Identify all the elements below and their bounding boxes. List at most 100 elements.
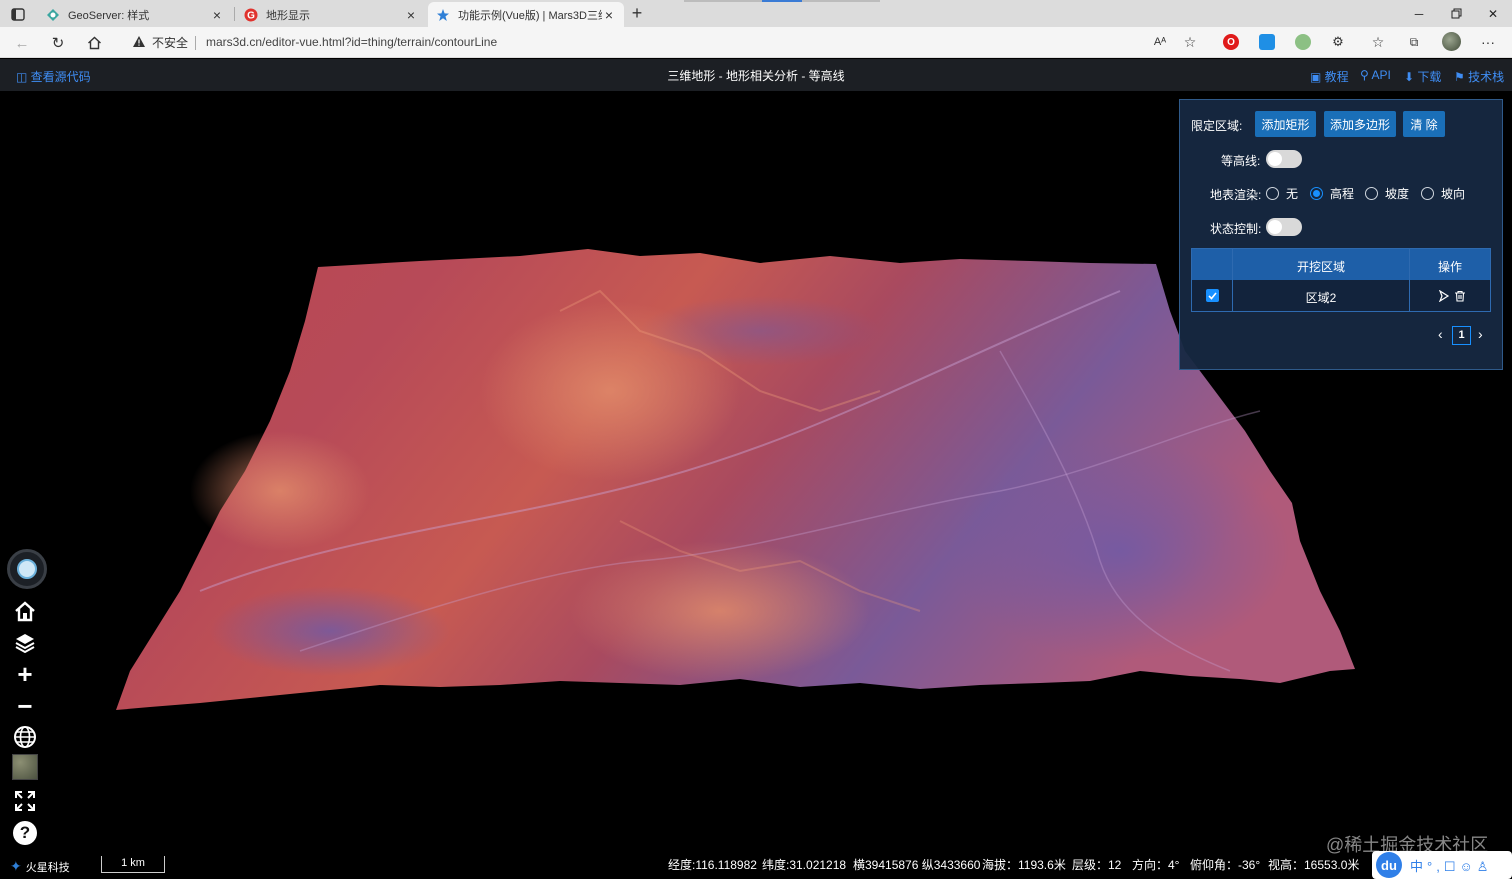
browser-tab-strip: GeoServer: 样式 × G 地形显示 × 功能示例(Vue版) | Ma…: [0, 0, 1512, 27]
help-button[interactable]: ?: [11, 819, 39, 847]
back-icon[interactable]: ←: [10, 32, 34, 54]
loading-indicator-active: [762, 0, 802, 2]
render-option-none[interactable]: 无: [1266, 185, 1298, 202]
render-option-label: 坡度: [1385, 187, 1410, 201]
stack-icon: ⚑: [1454, 70, 1469, 84]
favorites-icon[interactable]: ☆: [1370, 34, 1386, 50]
security-indicator[interactable]: 不安全: [132, 34, 188, 51]
opera-extension-icon[interactable]: O: [1223, 34, 1239, 50]
tech-stack-label: 技术栈: [1468, 70, 1505, 84]
state-control-label: 状态控制:: [1210, 222, 1262, 236]
layers-button[interactable]: [11, 628, 39, 656]
table-header-row: 开挖区域 操作: [1192, 249, 1490, 280]
home-view-button[interactable]: [11, 597, 39, 625]
delete-icon[interactable]: [1454, 290, 1466, 302]
contour-toggle[interactable]: [1266, 150, 1302, 168]
radio-dot: [1266, 187, 1279, 200]
favorite-add-icon[interactable]: ☆: [1182, 34, 1198, 50]
close-tab-icon[interactable]: ×: [404, 7, 418, 23]
tab-label: GeoServer: 样式: [68, 9, 150, 22]
extensions-icon[interactable]: ⚙: [1330, 34, 1346, 50]
terrain-lowland: [210, 586, 450, 676]
mars3d-star-icon: [436, 8, 450, 22]
scale-bar: 1 km: [101, 856, 165, 873]
tech-stack-link[interactable]: ⚑ 技术栈: [1454, 68, 1504, 85]
tab-terrain[interactable]: G 地形显示 ×: [236, 2, 426, 27]
column-divider: [1409, 249, 1410, 311]
compass-navigator[interactable]: [7, 549, 47, 589]
status-altitude: 海拔：1193.6米: [982, 858, 1066, 872]
api-label: API: [1371, 68, 1391, 82]
restore-icon[interactable]: [1437, 0, 1475, 27]
tab-mars3d-active[interactable]: 功能示例(Vue版) | Mars3D三维可 ×: [428, 2, 624, 27]
contour-control-panel: 限定区域: 添加矩形 添加多边形 清 除 等高线: 地表渲染: 无 高程 坡度 …: [1179, 99, 1503, 370]
add-polygon-button[interactable]: 添加多边形: [1324, 111, 1396, 137]
download-link[interactable]: ⬇ 下载: [1404, 68, 1441, 85]
baidu-du-icon: du: [1376, 852, 1402, 878]
ime-tools-icon: 中°,☐☺♙: [1410, 858, 1493, 874]
prev-page-button[interactable]: ‹: [1438, 326, 1443, 342]
zoom-in-button[interactable]: +: [11, 659, 39, 689]
next-page-button[interactable]: ›: [1478, 326, 1483, 342]
render-label: 地表渲染:: [1210, 188, 1262, 202]
address-toolbar: ← ↻ 不安全 mars3d.cn/editor-vue.html?id=thi…: [0, 27, 1512, 58]
tab-label: 地形显示: [266, 9, 310, 22]
tutorial-label: 教程: [1324, 70, 1349, 84]
close-tab-icon[interactable]: ×: [602, 7, 616, 23]
download-icon: ⬇: [1404, 70, 1418, 84]
render-option-label: 无: [1286, 187, 1299, 201]
render-option-aspect[interactable]: 坡向: [1421, 185, 1465, 202]
state-control-toggle[interactable]: [1266, 218, 1302, 236]
fullscreen-button[interactable]: [11, 787, 39, 815]
current-page[interactable]: 1: [1452, 326, 1471, 345]
clear-button[interactable]: 清 除: [1403, 111, 1445, 137]
extension-green-icon[interactable]: [1295, 34, 1311, 50]
extension-blue-icon[interactable]: [1259, 34, 1275, 50]
tutorial-link[interactable]: ▣ 教程: [1310, 68, 1349, 85]
limit-area-label: 限定区域:: [1191, 119, 1243, 133]
minimize-icon[interactable]: ─: [1400, 0, 1438, 27]
status-xy: 横39415876 纵3433660: [853, 858, 981, 872]
refresh-icon[interactable]: ↻: [46, 32, 70, 54]
excavation-table: 开挖区域 操作 区域2: [1191, 248, 1491, 312]
profile-avatar[interactable]: [1442, 32, 1461, 51]
table-row[interactable]: 区域2: [1192, 280, 1490, 311]
logo-text: 火星科技: [25, 861, 70, 874]
row-checkbox[interactable]: [1206, 289, 1219, 302]
company-logo: ✦ 火星科技: [10, 858, 70, 875]
g-red-icon: G: [244, 8, 258, 22]
basemap-switch-button[interactable]: [12, 754, 38, 780]
fly-to-icon[interactable]: [1438, 289, 1450, 303]
tab-actions-icon[interactable]: [10, 6, 26, 22]
radio-dot: [1365, 187, 1378, 200]
ime-toolbar[interactable]: du 中°,☐☺♙: [1372, 851, 1512, 879]
url-field[interactable]: mars3d.cn/editor-vue.html?id=thing/terra…: [206, 35, 497, 49]
render-option-elevation[interactable]: 高程: [1310, 185, 1354, 202]
api-link[interactable]: ⚲ API: [1360, 68, 1391, 82]
more-menu-icon[interactable]: ···: [1480, 34, 1496, 50]
security-label: 不安全: [152, 36, 189, 50]
add-rectangle-button[interactable]: 添加矩形: [1255, 111, 1316, 137]
close-window-icon[interactable]: ✕: [1474, 0, 1512, 27]
close-tab-icon[interactable]: ×: [210, 7, 224, 23]
compass-icon: [17, 559, 37, 579]
contour-label: 等高线:: [1221, 154, 1261, 168]
globe-view-button[interactable]: [11, 723, 39, 751]
svg-text:G: G: [247, 10, 255, 21]
column-header-action: 操作: [1437, 260, 1462, 274]
zoom-out-button[interactable]: −: [11, 691, 39, 721]
book-icon: ▣: [1310, 70, 1325, 84]
terrain-lowland: [640, 296, 880, 366]
collections-icon[interactable]: ⧉: [1406, 34, 1422, 50]
tab-geoserver[interactable]: GeoServer: 样式 ×: [38, 2, 232, 27]
read-aloud-icon[interactable]: Aᴬ: [1152, 34, 1168, 50]
column-divider: [1232, 249, 1233, 311]
logo-star-icon: ✦: [10, 858, 22, 874]
terrain-lowland: [950, 441, 1290, 661]
radio-dot: [1310, 187, 1323, 200]
url-divider: [195, 36, 196, 50]
home-icon[interactable]: [82, 32, 106, 54]
new-tab-icon[interactable]: +: [628, 4, 646, 22]
scale-label: 1 km: [121, 857, 145, 869]
render-option-slope[interactable]: 坡度: [1365, 185, 1409, 202]
